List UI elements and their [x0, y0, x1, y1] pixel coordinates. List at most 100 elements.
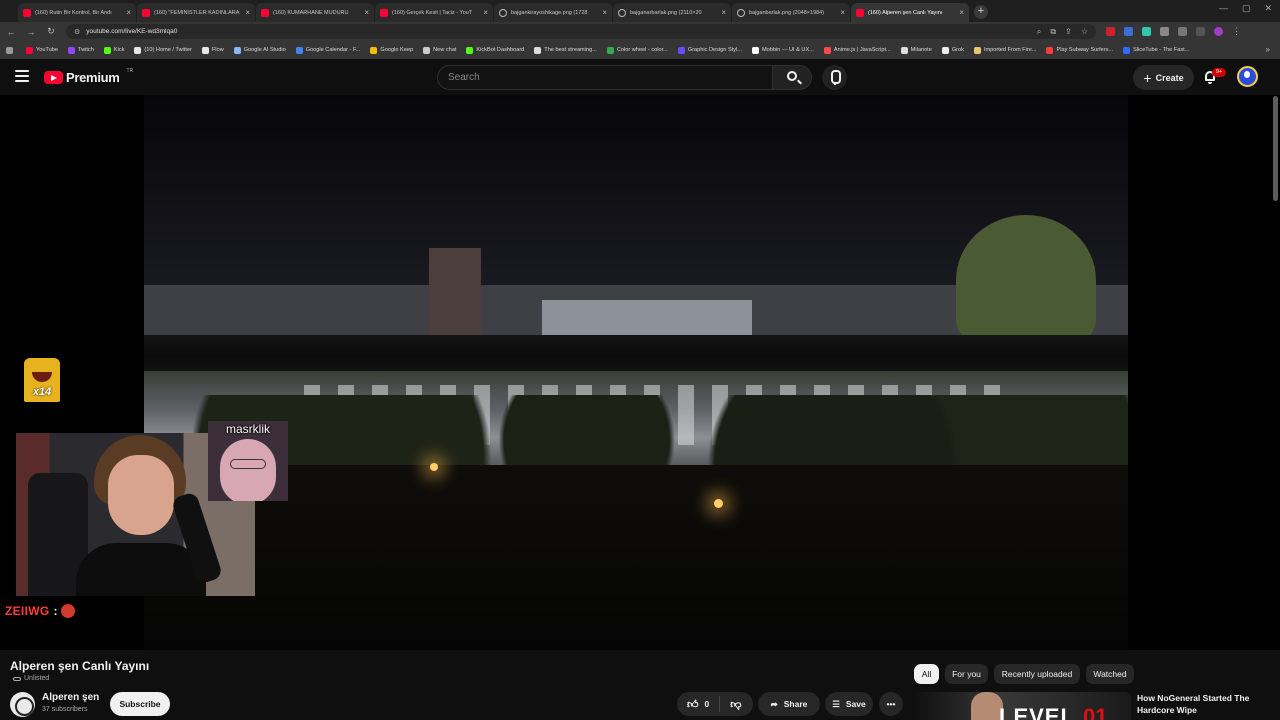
close-icon[interactable]: ×	[245, 8, 250, 17]
bookmark-item[interactable]: Google Keep	[370, 46, 413, 54]
browser-tab[interactable]: (160) "FEMİNİSTLER KADINLARA ×	[137, 3, 255, 22]
bookmark-item[interactable]: KickBot Dashboard	[466, 46, 524, 54]
voice-search-button[interactable]	[822, 65, 847, 90]
related-video-title[interactable]: How NoGeneral Started The Hardcore Wipe	[1137, 692, 1262, 716]
chip-watched[interactable]: Watched	[1086, 664, 1134, 684]
back-icon[interactable]: ←	[6, 27, 16, 37]
bookmark-item[interactable]: Color wheel - color...	[606, 46, 668, 54]
bookmark-item[interactable]: Milanote	[900, 46, 932, 54]
related-video-thumbnail[interactable]: LEVEL 01	[915, 692, 1131, 720]
search-input[interactable]: Search	[437, 65, 773, 90]
tree	[956, 215, 1096, 345]
bookmark-item[interactable]: (10) Home / Twitter	[134, 46, 192, 54]
extension-icon[interactable]	[1124, 27, 1133, 36]
bookmark-item[interactable]: Flow	[201, 46, 224, 54]
minimize-icon[interactable]: —	[1219, 3, 1228, 14]
bookmark-item[interactable]: YouTube	[26, 46, 58, 54]
search-button[interactable]	[772, 65, 812, 90]
close-icon[interactable]: ×	[602, 8, 607, 17]
browser-tab[interactable]: bajganbarlak.png (2048×1984) ×	[732, 3, 850, 22]
account-avatar[interactable]	[1237, 66, 1258, 87]
bookmark-item[interactable]: Play Subway Surfers...	[1046, 46, 1113, 54]
bookmark-favicon	[67, 46, 75, 54]
dislike-button[interactable]: 👎︎	[720, 692, 751, 716]
channel-name[interactable]: Alperen şen	[42, 692, 99, 703]
bookmark-item[interactable]: The best streaming...	[534, 46, 597, 54]
youtube-premium-logo[interactable]: Premium TR	[44, 68, 133, 85]
save-button[interactable]: ☰ Save	[825, 692, 873, 716]
video-player[interactable]: x14 masrklik ZEIIWG :	[0, 95, 1280, 650]
channel-avatar[interactable]	[10, 692, 35, 717]
maximize-icon[interactable]: ▢	[1242, 3, 1251, 14]
close-icon[interactable]: ×	[959, 8, 964, 17]
share-button[interactable]: ➦ Share	[758, 692, 820, 716]
apartment-tower	[429, 248, 481, 345]
bookmark-item[interactable]: Google Calendar - F...	[295, 46, 360, 54]
bookmark-item[interactable]: Twitch	[67, 46, 94, 54]
bookmark-favicon	[423, 46, 431, 54]
save-playlist-icon: ☰	[832, 698, 840, 709]
tab-title: bajganbarlak.png (2048×1984)	[749, 9, 825, 16]
bookmark-item[interactable]: Graphic Design Styl...	[677, 46, 742, 54]
hamburger-menu-icon[interactable]	[15, 70, 29, 82]
browser-tab[interactable]: bajgankirayoshikage.png (1728 ×	[494, 3, 612, 22]
close-icon[interactable]: ×	[483, 8, 488, 17]
bookmark-favicon	[606, 46, 614, 54]
reading-list-icon[interactable]	[1196, 27, 1205, 36]
youtube-icon	[142, 8, 150, 17]
bookmark-item[interactable]: Mobbin — UI & UX...	[751, 46, 814, 54]
apps-grid-icon[interactable]	[6, 46, 16, 54]
extension-icon[interactable]	[1106, 27, 1115, 36]
notification-badge: 9+	[1212, 68, 1226, 77]
close-icon[interactable]: ×	[721, 8, 726, 17]
bookmark-star-icon[interactable]: ☆	[1081, 27, 1088, 36]
bookmark-item[interactable]: New chat	[423, 46, 456, 54]
browser-tab[interactable]: (160) Rutin Bir Kontrol, Bir Andı ×	[18, 3, 136, 22]
site-info-icon[interactable]: ⚙	[74, 28, 80, 36]
bookmark-item[interactable]: Google AI Studio	[233, 46, 286, 54]
tab-title: bajgankirayoshikage.png (1728	[511, 9, 588, 16]
new-tab-button[interactable]: +	[974, 5, 988, 19]
more-horiz-icon: •••	[886, 699, 896, 709]
zoom-icon[interactable]: ⌕	[1037, 27, 1041, 37]
extensions-puzzle-icon[interactable]	[1160, 27, 1169, 36]
chip-recently-uploaded[interactable]: Recently uploaded	[994, 664, 1080, 684]
forward-icon[interactable]: →	[26, 27, 36, 37]
close-icon[interactable]: ×	[126, 8, 131, 17]
guest-webcam: masrklik	[208, 421, 288, 501]
bookmark-item[interactable]: Grok	[941, 46, 964, 54]
bookmark-item[interactable]: SliceTube - The Fast...	[1123, 46, 1189, 54]
chevron-right-icon[interactable]: »	[1266, 45, 1270, 54]
profile-avatar-icon[interactable]	[1214, 27, 1223, 36]
browser-tab[interactable]: (160) Gerçek Kesit | Taciz - YouT ×	[375, 3, 493, 22]
close-icon[interactable]: ×	[364, 8, 369, 17]
extensions-area: ⋮	[1106, 27, 1241, 36]
chat-emoji-icon	[61, 604, 76, 618]
close-window-icon[interactable]: ✕	[1264, 3, 1272, 14]
share-page-icon[interactable]: ⇪	[1065, 27, 1072, 36]
menu-kebab-icon[interactable]: ⋮	[1232, 27, 1241, 36]
reload-icon[interactable]: ↻	[46, 26, 56, 37]
subscribe-button[interactable]: Subscribe	[110, 692, 170, 716]
warehouse-building	[542, 300, 752, 335]
close-icon[interactable]: ×	[840, 8, 845, 17]
browser-tab[interactable]: bajganarbarlak.png (2110×20 ×	[613, 3, 731, 22]
download-icon[interactable]	[1178, 27, 1187, 36]
like-button[interactable]: 👍︎ 0	[677, 692, 719, 716]
bookmark-folder[interactable]: Imported From Fire...	[973, 46, 1036, 54]
address-bar[interactable]: ⚙ youtube.com/live/KE-wd3mlqa0 ⌕ ⧉ ⇪ ☆	[66, 24, 1096, 39]
extension-icon[interactable]	[1142, 27, 1151, 36]
more-actions-button[interactable]: •••	[879, 692, 903, 716]
youtube-icon	[23, 8, 31, 17]
page-scrollbar[interactable]	[1273, 96, 1278, 201]
browser-tab[interactable]: (160) KUMARHANE MÜDÜRÜ ×	[256, 3, 374, 22]
bookmark-item[interactable]: Kick	[103, 46, 124, 54]
chat-message-overlay: ZEIIWG :	[5, 604, 76, 618]
bookmark-item[interactable]: Anime.js | JavaScript...	[823, 46, 891, 54]
browser-tab-active[interactable]: (160) Alperen şen Canlı Yayını ×	[851, 3, 969, 22]
chip-all[interactable]: All	[914, 664, 939, 684]
install-icon[interactable]: ⧉	[1050, 27, 1056, 37]
chip-for-you[interactable]: For you	[945, 664, 988, 684]
globe-icon	[618, 8, 626, 17]
create-button[interactable]: + Create	[1133, 65, 1194, 90]
